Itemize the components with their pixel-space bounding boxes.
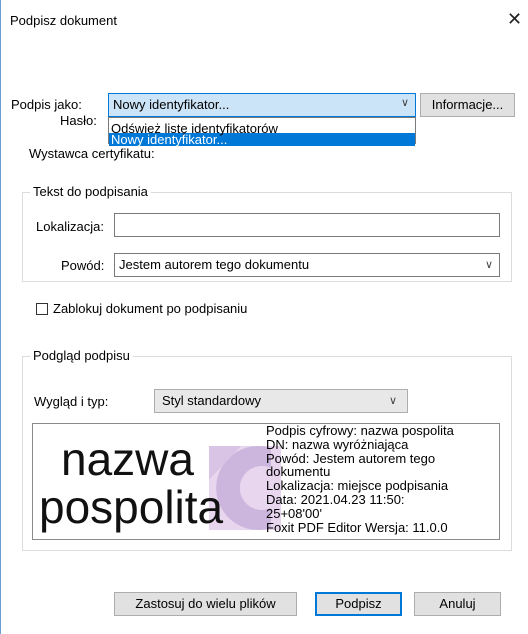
apply-to-multiple-button[interactable]: Zastosuj do wielu plików — [114, 592, 297, 616]
reason-label: Powód: — [61, 258, 105, 273]
sign-button[interactable]: Podpisz — [315, 592, 402, 616]
text-to-sign-legend: Tekst do podpisania — [30, 184, 151, 199]
appearance-label: Wygląd i typ: — [34, 394, 109, 409]
preview-legend: Podgląd podpisu — [30, 348, 133, 363]
sign-as-select[interactable]: Nowy identyfikator... ∨ — [108, 93, 416, 117]
sign-as-dropdown-overlay: Odśwież listę identyfikatorów Nowy ident… — [108, 117, 416, 147]
signer-name-line2: pospolita — [39, 481, 224, 533]
chevron-down-icon: ∨ — [388, 395, 397, 407]
detail-line: 25+08'00' — [266, 505, 322, 521]
detail-line: Lokalizacja: miejsce podpisania — [266, 478, 449, 494]
appearance-value: Styl standardowy — [162, 393, 261, 408]
cancel-button[interactable]: Anuluj — [414, 592, 501, 616]
detail-line: Podpis cyfrowy: nazwa pospolita — [266, 423, 454, 438]
sign-as-value: Nowy identyfikator... — [113, 97, 230, 112]
detail-line: Foxit PDF Editor Wersja: 11.0.0 — [266, 519, 448, 535]
sign-as-label: Podpis jako: — [11, 97, 82, 112]
detail-line: dokumentu — [266, 464, 331, 480]
lock-label: Zablokuj dokument po podpisaniu — [53, 301, 248, 316]
close-icon[interactable]: ✕ — [507, 10, 522, 28]
signature-details: Podpis cyfrowy: nazwa pospolita DN: nazw… — [266, 424, 454, 534]
signer-name-line1: nazwa — [61, 433, 194, 485]
detail-line: Data: 2021.04.23 11:50: — [266, 491, 405, 507]
issuer-label: Wystawca certyfikatu: — [29, 146, 155, 161]
appearance-select[interactable]: Styl standardowy ∨ — [154, 389, 408, 413]
detail-line: Powód: Jestem autorem tego — [266, 450, 436, 466]
password-label: Hasło: — [60, 113, 97, 128]
location-label: Lokalizacja: — [36, 219, 104, 234]
chevron-down-icon: ∨ — [400, 97, 409, 109]
dropdown-item-refresh-text[interactable]: Odśwież listę identyfikatorów — [109, 118, 415, 136]
signature-preview: nazwa pospolita Podpis cyfrowy: nazwa po… — [32, 423, 500, 540]
reason-select[interactable]: Jestem autorem tego dokumentu ∨ — [114, 253, 500, 277]
lock-checkbox[interactable] — [36, 303, 48, 315]
info-button[interactable]: Informacje... — [420, 93, 515, 117]
window-edge — [0, 0, 1, 634]
detail-line: DN: nazwa wyróżniająca — [266, 436, 409, 452]
reason-value: Jestem autorem tego dokumentu — [119, 257, 310, 272]
location-value — [115, 217, 119, 232]
location-input[interactable] — [114, 213, 500, 237]
dialog-title: Podpisz dokument — [10, 13, 117, 28]
chevron-down-icon: ∨ — [484, 259, 493, 271]
